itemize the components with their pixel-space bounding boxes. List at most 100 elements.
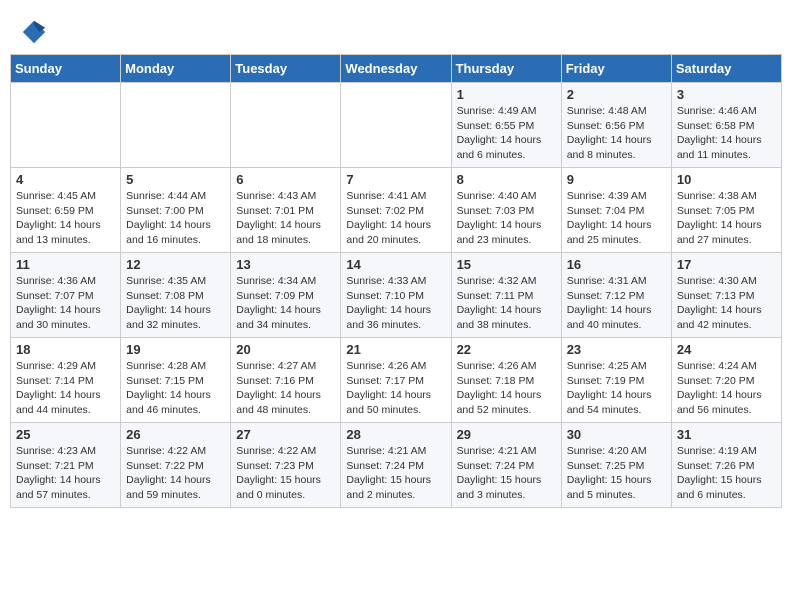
calendar-cell: 27 Sunrise: 4:22 AM Sunset: 7:23 PM Dayli… <box>231 423 341 508</box>
day-number: 9 <box>567 172 666 187</box>
day-info: Sunrise: 4:44 AM Sunset: 7:00 PM Dayligh… <box>126 189 225 248</box>
day-info: Sunrise: 4:29 AM Sunset: 7:14 PM Dayligh… <box>16 359 115 418</box>
calendar-cell <box>121 83 231 168</box>
day-number: 10 <box>677 172 776 187</box>
day-number: 12 <box>126 257 225 272</box>
calendar-cell: 20Sunrise: 4:27 AM Sunset: 7:16 PM Dayli… <box>231 338 341 423</box>
day-info: Sunrise: 4:35 AM Sunset: 7:08 PM Dayligh… <box>126 274 225 333</box>
calendar-cell: 29 Sunrise: 4:21 AM Sunset: 7:24 PM Dayli… <box>451 423 561 508</box>
day-of-week-header: Wednesday <box>341 55 451 83</box>
calendar-cell: 1Sunrise: 4:49 AM Sunset: 6:55 PM Daylig… <box>451 83 561 168</box>
day-number: 14 <box>346 257 445 272</box>
day-number: 31 <box>677 427 776 442</box>
calendar-cell: 13 Sunrise: 4:34 AM Sunset: 7:09 PM Dayli… <box>231 253 341 338</box>
calendar-cell: 22Sunrise: 4:26 AM Sunset: 7:18 PM Dayli… <box>451 338 561 423</box>
day-number: 25 <box>16 427 115 442</box>
calendar-week-row: 11 Sunrise: 4:36 AM Sunset: 7:07 PM Dayli… <box>11 253 782 338</box>
calendar-cell: 9 Sunrise: 4:39 AM Sunset: 7:04 PM Daylig… <box>561 168 671 253</box>
calendar-cell: 15 Sunrise: 4:32 AM Sunset: 7:11 PM Dayli… <box>451 253 561 338</box>
day-info: Sunrise: 4:34 AM Sunset: 7:09 PM Dayligh… <box>236 274 335 333</box>
day-number: 7 <box>346 172 445 187</box>
day-of-week-header: Thursday <box>451 55 561 83</box>
calendar-cell <box>11 83 121 168</box>
calendar-cell: 4 Sunrise: 4:45 AM Sunset: 6:59 PM Daylig… <box>11 168 121 253</box>
day-of-week-header: Monday <box>121 55 231 83</box>
day-info: Sunrise: 4:40 AM Sunset: 7:03 PM Dayligh… <box>457 189 556 248</box>
calendar-cell: 18 Sunrise: 4:29 AM Sunset: 7:14 PM Dayli… <box>11 338 121 423</box>
day-info: Sunrise: 4:24 AM Sunset: 7:20 PM Dayligh… <box>677 359 776 418</box>
day-number: 21 <box>346 342 445 357</box>
calendar-week-row: 1Sunrise: 4:49 AM Sunset: 6:55 PM Daylig… <box>11 83 782 168</box>
logo-icon <box>20 18 48 46</box>
day-info: Sunrise: 4:32 AM Sunset: 7:11 PM Dayligh… <box>457 274 556 333</box>
calendar-cell: 6Sunrise: 4:43 AM Sunset: 7:01 PM Daylig… <box>231 168 341 253</box>
day-info: Sunrise: 4:31 AM Sunset: 7:12 PM Dayligh… <box>567 274 666 333</box>
day-number: 11 <box>16 257 115 272</box>
calendar-cell <box>341 83 451 168</box>
calendar-cell: 12 Sunrise: 4:35 AM Sunset: 7:08 PM Dayli… <box>121 253 231 338</box>
day-number: 18 <box>16 342 115 357</box>
day-info: Sunrise: 4:38 AM Sunset: 7:05 PM Dayligh… <box>677 189 776 248</box>
calendar-cell: 3 Sunrise: 4:46 AM Sunset: 6:58 PM Daylig… <box>671 83 781 168</box>
day-number: 27 <box>236 427 335 442</box>
calendar-cell: 8 Sunrise: 4:40 AM Sunset: 7:03 PM Daylig… <box>451 168 561 253</box>
day-number: 3 <box>677 87 776 102</box>
day-number: 8 <box>457 172 556 187</box>
calendar-cell: 17 Sunrise: 4:30 AM Sunset: 7:13 PM Dayli… <box>671 253 781 338</box>
day-info: Sunrise: 4:21 AM Sunset: 7:24 PM Dayligh… <box>457 444 556 503</box>
calendar-table: SundayMondayTuesdayWednesdayThursdayFrid… <box>10 54 782 508</box>
day-of-week-header: Saturday <box>671 55 781 83</box>
day-info: Sunrise: 4:48 AM Sunset: 6:56 PM Dayligh… <box>567 104 666 163</box>
day-number: 30 <box>567 427 666 442</box>
calendar-cell: 5 Sunrise: 4:44 AM Sunset: 7:00 PM Daylig… <box>121 168 231 253</box>
page-header <box>10 10 782 50</box>
day-number: 28 <box>346 427 445 442</box>
day-info: Sunrise: 4:23 AM Sunset: 7:21 PM Dayligh… <box>16 444 115 503</box>
calendar-week-row: 25 Sunrise: 4:23 AM Sunset: 7:21 PM Dayli… <box>11 423 782 508</box>
day-number: 2 <box>567 87 666 102</box>
calendar-cell: 23 Sunrise: 4:25 AM Sunset: 7:19 PM Dayli… <box>561 338 671 423</box>
day-of-week-header: Friday <box>561 55 671 83</box>
day-info: Sunrise: 4:36 AM Sunset: 7:07 PM Dayligh… <box>16 274 115 333</box>
day-number: 5 <box>126 172 225 187</box>
calendar-cell: 24Sunrise: 4:24 AM Sunset: 7:20 PM Dayli… <box>671 338 781 423</box>
calendar-cell: 14 Sunrise: 4:33 AM Sunset: 7:10 PM Dayli… <box>341 253 451 338</box>
calendar-week-row: 4 Sunrise: 4:45 AM Sunset: 6:59 PM Daylig… <box>11 168 782 253</box>
day-number: 22 <box>457 342 556 357</box>
day-number: 15 <box>457 257 556 272</box>
day-info: Sunrise: 4:45 AM Sunset: 6:59 PM Dayligh… <box>16 189 115 248</box>
calendar-header-row: SundayMondayTuesdayWednesdayThursdayFrid… <box>11 55 782 83</box>
day-number: 19 <box>126 342 225 357</box>
day-number: 23 <box>567 342 666 357</box>
day-info: Sunrise: 4:25 AM Sunset: 7:19 PM Dayligh… <box>567 359 666 418</box>
day-number: 1 <box>457 87 556 102</box>
day-info: Sunrise: 4:20 AM Sunset: 7:25 PM Dayligh… <box>567 444 666 503</box>
day-info: Sunrise: 4:33 AM Sunset: 7:10 PM Dayligh… <box>346 274 445 333</box>
calendar-cell: 11 Sunrise: 4:36 AM Sunset: 7:07 PM Dayli… <box>11 253 121 338</box>
calendar-cell: 25 Sunrise: 4:23 AM Sunset: 7:21 PM Dayli… <box>11 423 121 508</box>
calendar-cell: 21Sunrise: 4:26 AM Sunset: 7:17 PM Dayli… <box>341 338 451 423</box>
day-number: 29 <box>457 427 556 442</box>
day-number: 20 <box>236 342 335 357</box>
calendar-cell: 7Sunrise: 4:41 AM Sunset: 7:02 PM Daylig… <box>341 168 451 253</box>
day-of-week-header: Tuesday <box>231 55 341 83</box>
day-info: Sunrise: 4:39 AM Sunset: 7:04 PM Dayligh… <box>567 189 666 248</box>
logo <box>20 18 50 46</box>
day-info: Sunrise: 4:30 AM Sunset: 7:13 PM Dayligh… <box>677 274 776 333</box>
calendar-week-row: 18 Sunrise: 4:29 AM Sunset: 7:14 PM Dayli… <box>11 338 782 423</box>
day-number: 16 <box>567 257 666 272</box>
day-info: Sunrise: 4:28 AM Sunset: 7:15 PM Dayligh… <box>126 359 225 418</box>
day-info: Sunrise: 4:22 AM Sunset: 7:22 PM Dayligh… <box>126 444 225 503</box>
calendar-cell: 28Sunrise: 4:21 AM Sunset: 7:24 PM Dayli… <box>341 423 451 508</box>
day-info: Sunrise: 4:19 AM Sunset: 7:26 PM Dayligh… <box>677 444 776 503</box>
calendar-cell <box>231 83 341 168</box>
day-number: 26 <box>126 427 225 442</box>
calendar-cell: 26 Sunrise: 4:22 AM Sunset: 7:22 PM Dayli… <box>121 423 231 508</box>
day-number: 17 <box>677 257 776 272</box>
day-info: Sunrise: 4:46 AM Sunset: 6:58 PM Dayligh… <box>677 104 776 163</box>
calendar-cell: 10 Sunrise: 4:38 AM Sunset: 7:05 PM Dayli… <box>671 168 781 253</box>
day-info: Sunrise: 4:22 AM Sunset: 7:23 PM Dayligh… <box>236 444 335 503</box>
day-number: 13 <box>236 257 335 272</box>
calendar-cell: 2 Sunrise: 4:48 AM Sunset: 6:56 PM Daylig… <box>561 83 671 168</box>
day-number: 4 <box>16 172 115 187</box>
